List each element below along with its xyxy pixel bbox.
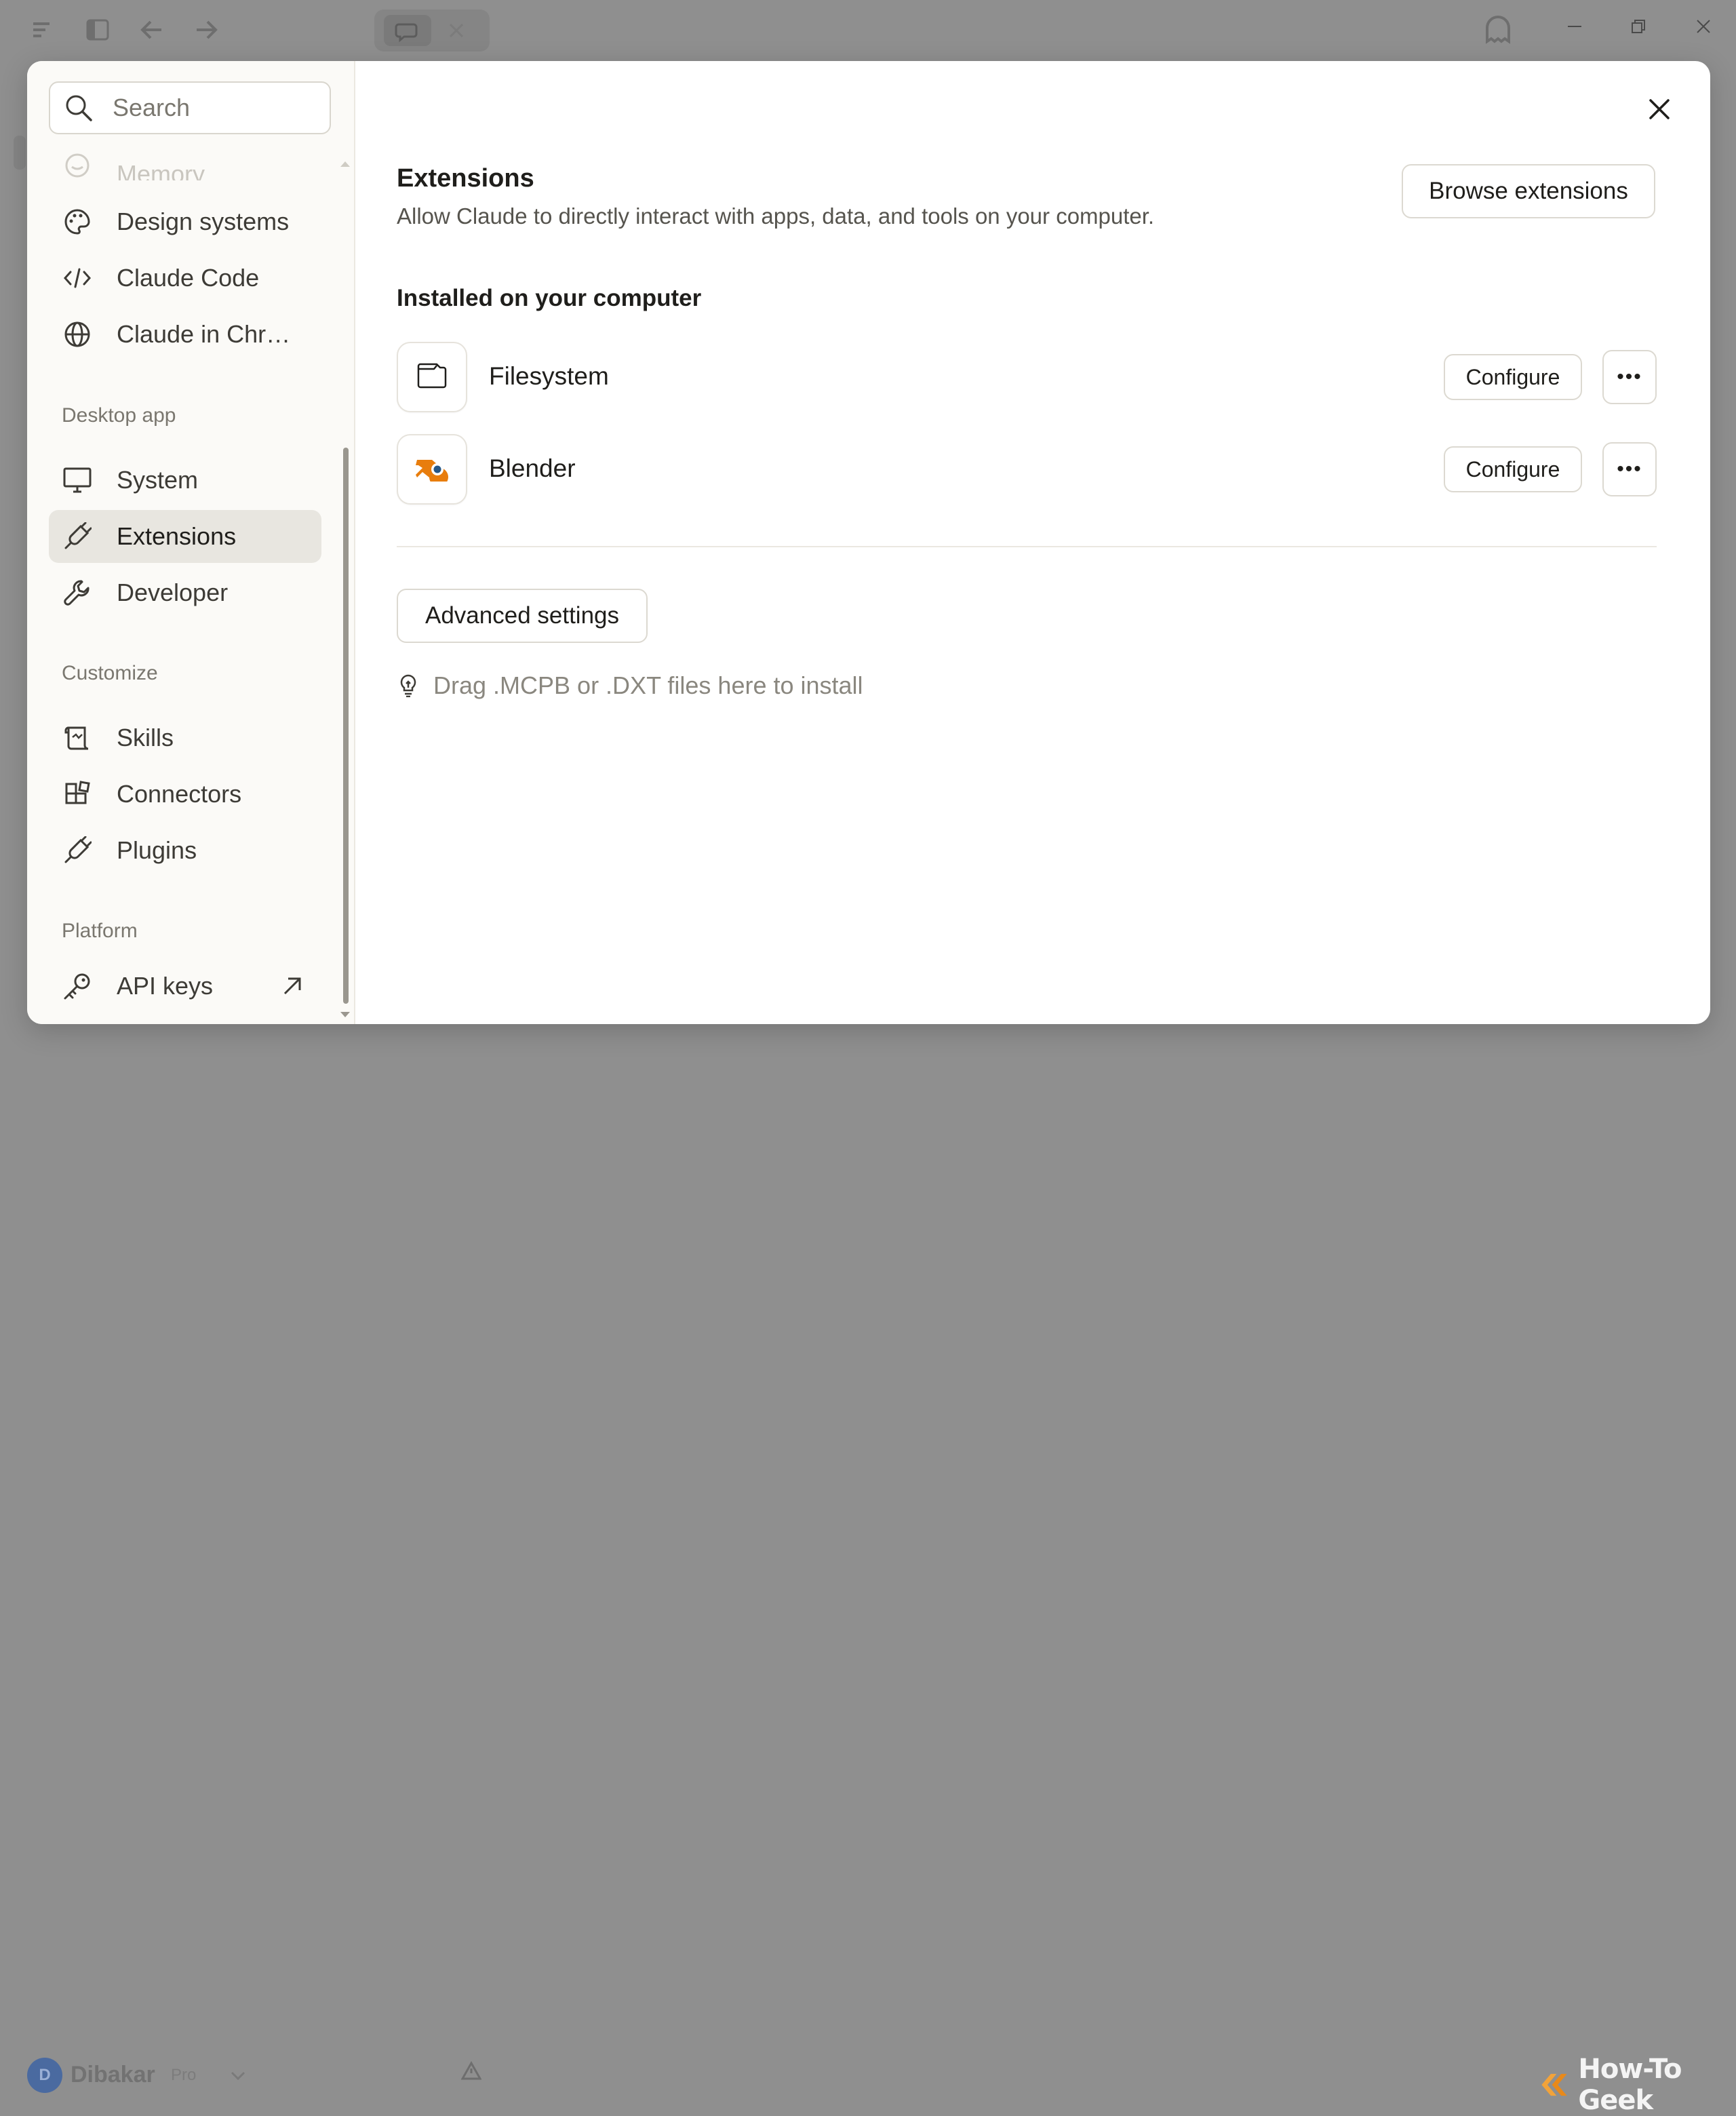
extension-row-blender: Blender Configure •••: [397, 434, 1657, 505]
plug-icon: [62, 836, 92, 865]
minimize-button[interactable]: [1554, 9, 1595, 43]
user-plan: Pro: [171, 2066, 197, 2084]
sidebar-item-label: Claude Code: [117, 264, 260, 292]
watermark-text: How-To Geek: [1578, 2054, 1682, 2116]
more-options-button[interactable]: •••: [1602, 350, 1657, 404]
search-icon: [62, 92, 95, 124]
globe-icon: [62, 319, 92, 349]
browse-extensions-button[interactable]: Browse extensions: [1402, 164, 1655, 218]
blocks-icon: [62, 779, 92, 809]
avatar[interactable]: D: [27, 2058, 62, 2093]
folder-icon: [416, 362, 448, 393]
lightbulb-icon: [397, 672, 420, 699]
forward-arrow-icon[interactable]: [193, 16, 220, 43]
sidebar-item-label: Skills: [117, 724, 174, 751]
sidebar-item-claude-in-chrome[interactable]: Claude in Chr…: [49, 308, 321, 361]
scroll-icon: [62, 723, 92, 753]
install-hint-text: Drag .MCPB or .DXT files here to install: [433, 671, 863, 699]
sidebar-item-developer[interactable]: Developer: [49, 566, 321, 619]
sidebar-item-label: Connectors: [117, 780, 242, 808]
extension-tile: [397, 342, 467, 412]
scroll-down-icon[interactable]: [340, 1012, 350, 1017]
extension-tile: [397, 434, 467, 505]
section-label-platform: Platform: [62, 920, 138, 942]
sidebar-item-label: Developer: [117, 579, 229, 606]
sidebar-item-label: Claude in Chr…: [117, 320, 291, 348]
external-link-icon: [279, 973, 305, 999]
search-box[interactable]: [49, 81, 331, 134]
sidebar-item-label: API keys: [117, 972, 214, 1000]
sidebar-item-connectors[interactable]: Connectors: [49, 768, 321, 821]
chevron-down-icon[interactable]: [231, 2064, 245, 2085]
sidebar-item-plugins[interactable]: Plugins: [49, 824, 321, 877]
divider: [397, 546, 1657, 547]
menu-icon[interactable]: [30, 16, 57, 43]
settings-sidebar: Memory Design systems Claude Code Claude…: [27, 61, 355, 1024]
background-bottombar: D Dibakar Pro How-To Geek: [0, 1024, 1736, 2116]
wrench-icon: [62, 578, 92, 608]
scroll-up-icon[interactable]: [340, 161, 350, 167]
blender-logo-icon: [414, 454, 450, 486]
page-title: Extensions: [397, 164, 534, 193]
sidebar-item-label: Design systems: [117, 208, 290, 235]
sidebar-item-memory[interactable]: Memory: [49, 141, 321, 180]
extension-name: Filesystem: [489, 362, 609, 390]
installed-section-title: Installed on your computer: [397, 285, 702, 311]
page-description: Allow Claude to directly interact with a…: [397, 203, 1155, 229]
background-titlebar: [0, 0, 1736, 60]
sidebar-item-label: Plugins: [117, 836, 197, 864]
sidebar-item-label: Memory: [117, 160, 205, 180]
section-label-customize: Customize: [62, 662, 158, 684]
search-input[interactable]: [111, 93, 317, 123]
user-name[interactable]: Dibakar: [71, 2062, 155, 2088]
sidebar-item-system[interactable]: System: [49, 454, 321, 507]
close-icon[interactable]: [1642, 92, 1676, 126]
sidebar-toggle-icon[interactable]: [84, 16, 111, 43]
sidebar-item-label: Extensions: [117, 522, 237, 550]
plug-icon: [62, 522, 92, 551]
howtogeek-logo-icon: [1541, 2073, 1567, 2096]
mode-switcher[interactable]: [374, 9, 490, 52]
back-arrow-icon[interactable]: [138, 16, 165, 43]
extension-name: Blender: [489, 454, 576, 482]
warning-icon[interactable]: [460, 2060, 482, 2085]
install-hint: Drag .MCPB or .DXT files here to install: [397, 671, 863, 700]
restore-button[interactable]: [1618, 9, 1659, 43]
sidebar-item-extensions[interactable]: Extensions: [49, 510, 321, 563]
code-icon: [62, 263, 92, 293]
watermark: How-To Geek: [1539, 2054, 1736, 2116]
configure-button[interactable]: Configure: [1444, 354, 1582, 400]
memory-icon: [62, 151, 92, 180]
palette-icon: [62, 207, 92, 237]
monitor-icon: [62, 465, 92, 495]
sidebar-item-design-systems[interactable]: Design systems: [49, 195, 321, 248]
sidebar-scrollbar-thumb[interactable]: [343, 448, 349, 1004]
extension-row-filesystem: Filesystem Configure •••: [397, 342, 1657, 412]
sidebar-item-api-keys[interactable]: API keys: [49, 960, 321, 1013]
background-sidebar-item: [14, 136, 26, 170]
advanced-settings-button[interactable]: Advanced settings: [397, 589, 648, 643]
window-close-button[interactable]: [1683, 9, 1724, 43]
section-label-desktop-app: Desktop app: [62, 404, 176, 427]
configure-button[interactable]: Configure: [1444, 446, 1582, 492]
more-options-button[interactable]: •••: [1602, 442, 1657, 496]
sidebar-item-claude-code[interactable]: Claude Code: [49, 252, 321, 305]
sidebar-item-skills[interactable]: Skills: [49, 711, 321, 764]
sidebar-item-label: System: [117, 466, 199, 494]
key-icon: [62, 971, 92, 1001]
settings-modal: Memory Design systems Claude Code Claude…: [27, 61, 1710, 1024]
incognito-icon[interactable]: [1481, 14, 1515, 47]
